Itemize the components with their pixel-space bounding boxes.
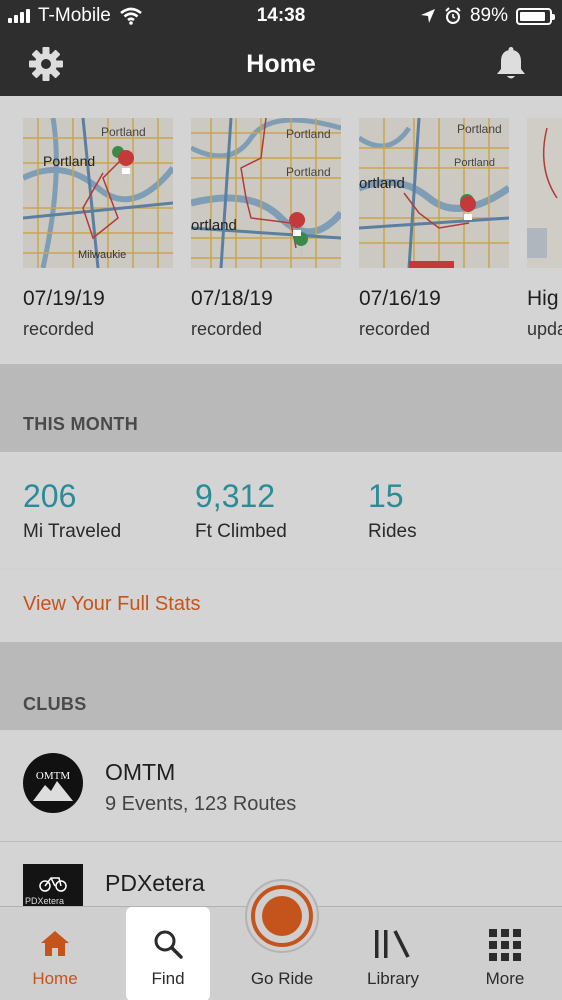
club-name: OMTM [105, 759, 176, 785]
this-month-stats: 206 Mi Traveled 9,312 Ft Climbed 15 Ride… [0, 452, 562, 568]
stat-rides: 15 Rides [368, 478, 417, 543]
stat-elevation: 9,312 Ft Climbed [195, 478, 287, 543]
clubs-header: CLUBS [0, 642, 562, 730]
map-label: Portland [101, 125, 146, 139]
section-title: THIS MONTH [23, 414, 138, 434]
ride-map-thumbnail: Portland Portland ortland [359, 118, 509, 268]
ride-card[interactable]: Portland Portland ortland 07/18/19 recor… [191, 118, 341, 340]
ride-date: 07/16/19 [359, 287, 441, 310]
club-row[interactable]: OMTM OMTM 9 Events, 123 Routes [0, 731, 562, 841]
club-name: PDXetera [105, 870, 205, 896]
status-bar: T-Mobile 14:38 89% [0, 0, 562, 32]
view-full-stats-link[interactable]: View Your Full Stats [23, 593, 201, 616]
stat-value: 15 [368, 478, 404, 514]
stat-label: Ft Climbed [195, 521, 287, 542]
ride-map-thumbnail [527, 118, 562, 268]
battery-icon [516, 7, 555, 25]
map-label: ortland [359, 175, 405, 192]
tab-label: Go Ride [250, 969, 314, 988]
tab-find[interactable]: Find [126, 907, 210, 1000]
ride-date: 07/19/19 [23, 287, 105, 310]
club-logo: OMTM [23, 753, 83, 813]
full-stats-row[interactable]: View Your Full Stats [0, 570, 562, 642]
ride-card[interactable]: Portland Portland Milwaukie 07/19/19 rec… [23, 118, 173, 340]
map-label: ortland [191, 217, 237, 234]
stat-distance: 206 Mi Traveled [23, 478, 121, 543]
ride-date: 07/18/19 [191, 287, 273, 310]
map-label: Portland [286, 165, 331, 179]
tab-label: Home [32, 969, 78, 988]
library-icon [375, 930, 410, 958]
ride-card[interactable]: Portland Portland ortland 07/16/19 recor… [359, 118, 509, 340]
bell-icon[interactable] [494, 46, 528, 82]
ride-map-thumbnail: Portland Portland ortland [191, 118, 341, 268]
page-title: Home [246, 50, 316, 78]
tab-label: Find [151, 969, 185, 988]
stat-label: Rides [368, 521, 417, 542]
section-title: CLUBS [23, 694, 87, 714]
home-icon [41, 931, 69, 956]
ride-status: recorded [191, 319, 263, 339]
recent-rides-carousel[interactable]: Portland Portland Milwaukie 07/19/19 rec… [0, 96, 562, 364]
svg-text:OMTM: OMTM [36, 770, 70, 782]
ride-map-thumbnail: Portland Portland Milwaukie [23, 118, 173, 268]
tab-label: Library [367, 969, 419, 988]
search-icon [154, 930, 183, 959]
map-label: Portland [286, 127, 331, 141]
map-label: Milwaukie [78, 249, 126, 261]
go-ride-button[interactable] [245, 879, 319, 953]
ride-date: Hig [527, 287, 559, 310]
location-arrow-icon [420, 9, 435, 23]
club-logo: PDXetera [23, 864, 83, 906]
map-label: Portland [454, 157, 495, 169]
ride-status: recorded [23, 319, 95, 339]
club-meta: 9 Events, 123 Routes [105, 793, 297, 815]
battery-percent: 89% [469, 5, 508, 26]
tab-home[interactable]: Home [0, 907, 110, 1000]
stat-value: 206 [23, 478, 77, 514]
stat-value: 9,312 [195, 478, 276, 514]
tab-library[interactable]: Library [340, 907, 446, 1000]
ride-card[interactable]: Hig upda [527, 118, 562, 340]
ride-status: recorded [359, 319, 431, 339]
record-icon [251, 885, 313, 947]
alarm-icon [445, 7, 461, 24]
grid-icon [489, 929, 521, 961]
stat-label: Mi Traveled [23, 521, 122, 542]
map-label: Portland [43, 153, 95, 169]
tab-more[interactable]: More [452, 907, 558, 1000]
map-label: Portland [457, 122, 502, 136]
this-month-header: THIS MONTH [0, 364, 562, 452]
navigation-bar: Home [0, 32, 562, 96]
svg-text:PDXetera: PDXetera [25, 896, 64, 906]
ride-status: upda [527, 319, 562, 339]
tab-label: More [485, 969, 525, 988]
